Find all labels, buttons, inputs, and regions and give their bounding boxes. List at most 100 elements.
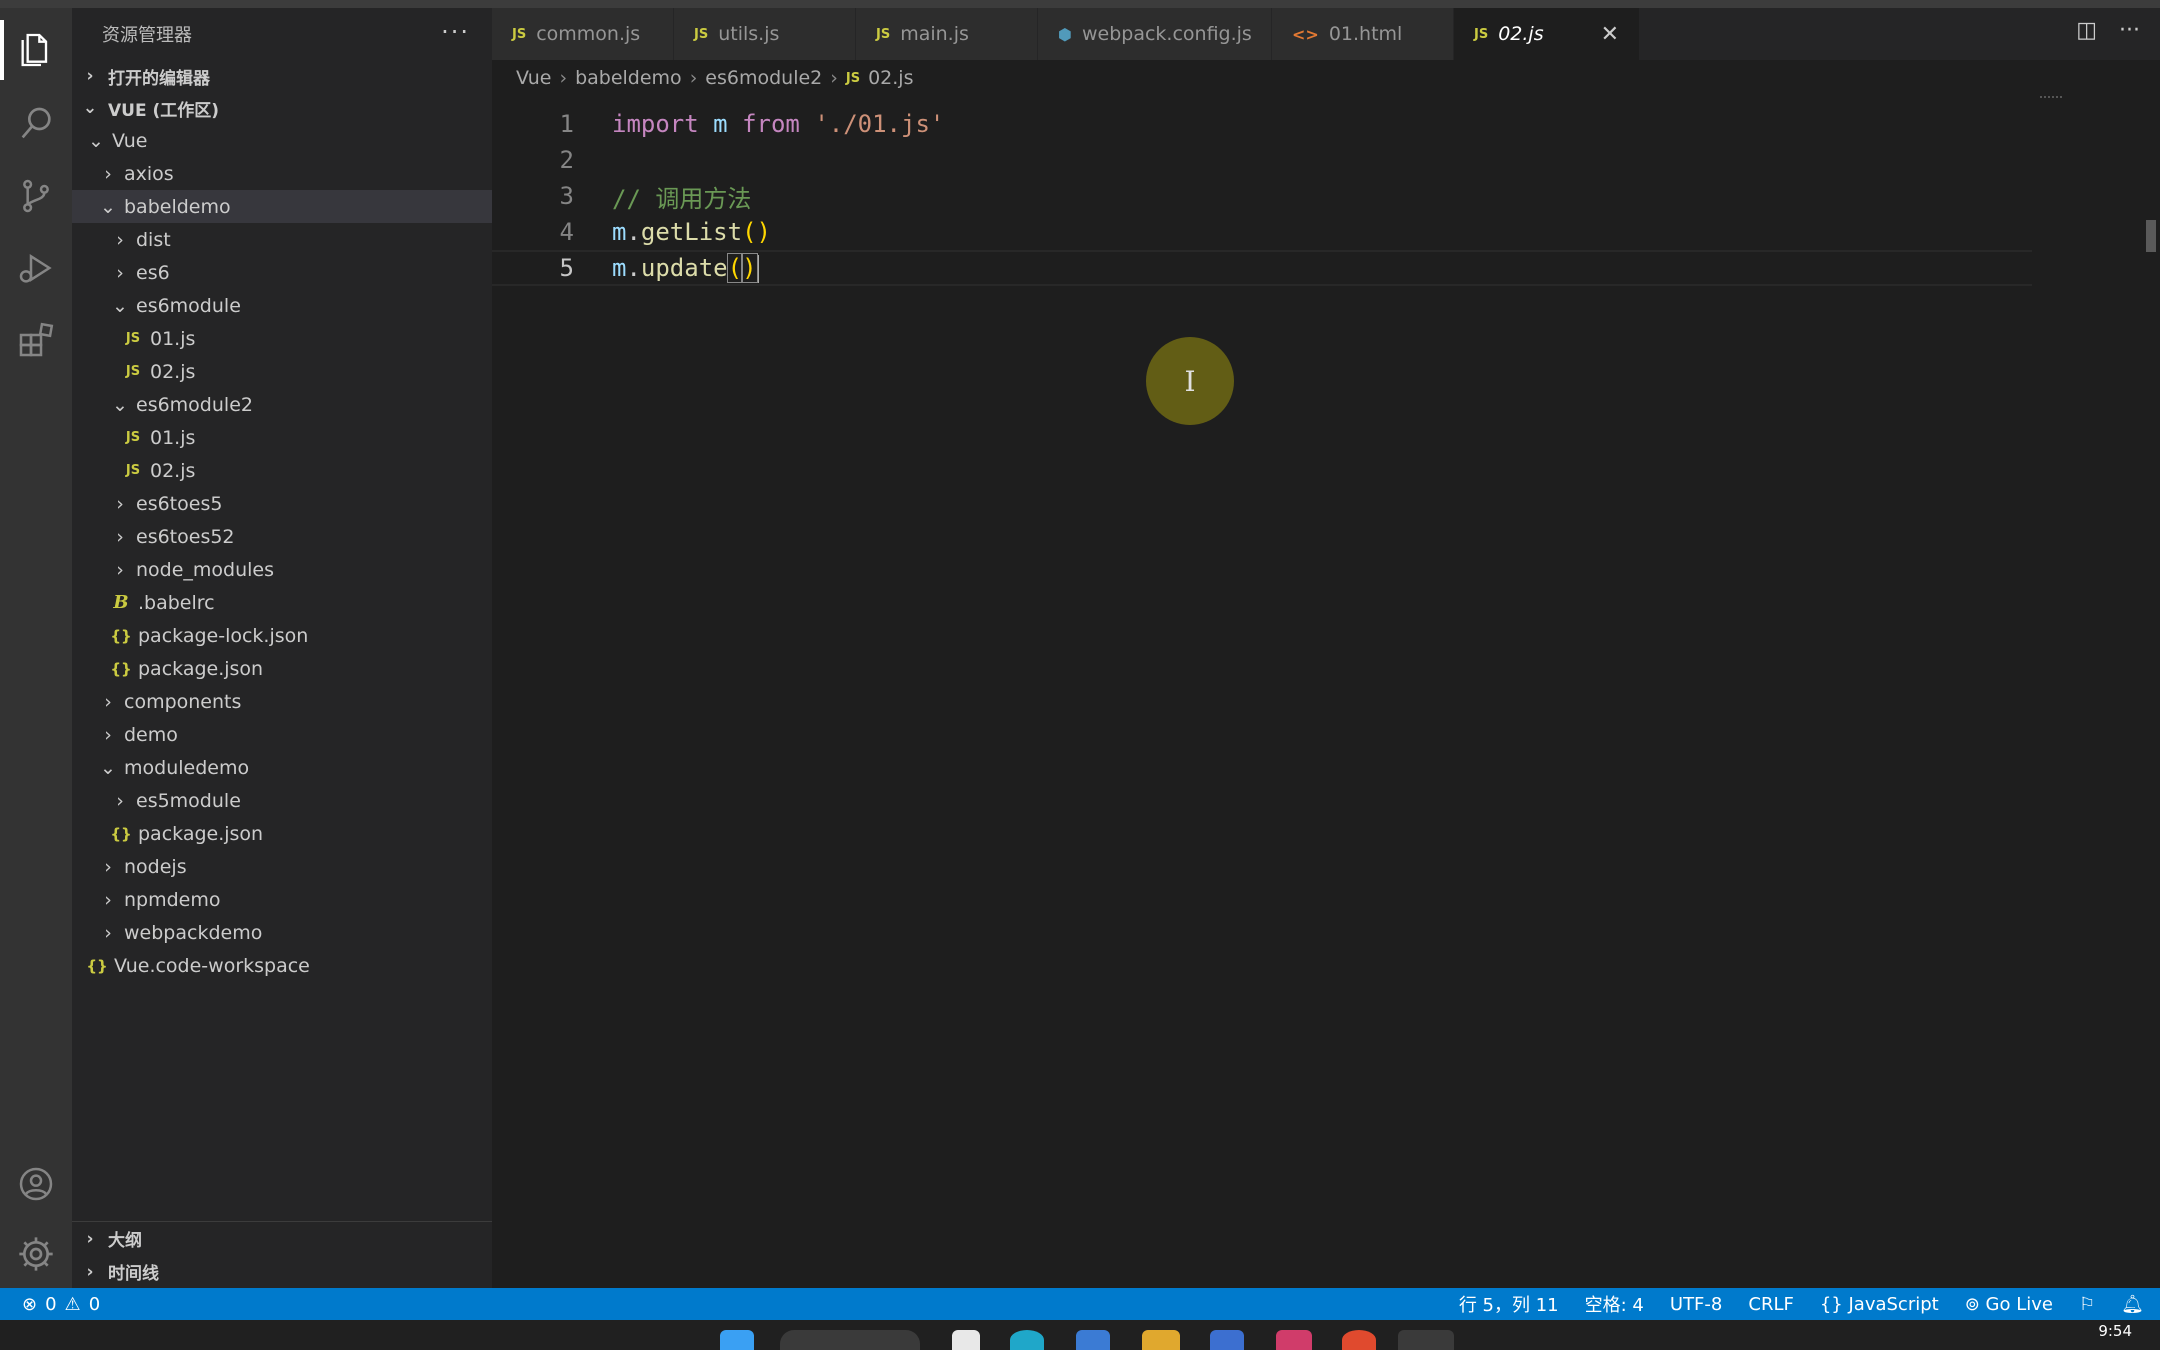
tree-folder[interactable]: › demo bbox=[72, 718, 492, 751]
cursor-position[interactable]: 行 5，列 11 bbox=[1459, 1291, 1559, 1317]
tree-item-label: package.json bbox=[138, 657, 264, 680]
tree-file[interactable]: {} package.json bbox=[72, 652, 492, 685]
tree-folder[interactable]: ⌄ Vue bbox=[72, 124, 492, 157]
problems-indicator[interactable]: ⊗ 0 ⚠ 0 bbox=[22, 1294, 100, 1315]
extensions-icon[interactable] bbox=[0, 304, 72, 376]
tree-folder[interactable]: › dist bbox=[72, 223, 492, 256]
status-right: 行 5，列 11 空格: 4 UTF-8 CRLF {} JavaScript … bbox=[1459, 1291, 2144, 1317]
tree-folder[interactable]: ⌄ moduledemo bbox=[72, 751, 492, 784]
more-actions-icon[interactable]: ··· bbox=[2119, 18, 2140, 43]
code-token: () bbox=[742, 218, 771, 246]
close-icon[interactable]: ✕ bbox=[1601, 22, 1619, 47]
error-count: 0 bbox=[45, 1293, 57, 1315]
breadcrumb: Vue › babeldemo › es6module2 › JS 02.js bbox=[492, 60, 2160, 96]
account-icon[interactable] bbox=[0, 1148, 72, 1220]
tab-common-js[interactable]: JS common.js bbox=[492, 8, 674, 60]
chevron-right-icon: › bbox=[559, 67, 568, 89]
code-token: m bbox=[713, 110, 728, 138]
settings-gear-icon[interactable] bbox=[0, 1218, 72, 1290]
split-editor-icon[interactable]: ◫ bbox=[2076, 18, 2097, 43]
source-control-icon[interactable] bbox=[0, 160, 72, 232]
tree-folder[interactable]: ⌄ es6module bbox=[72, 289, 492, 322]
language-mode[interactable]: {} JavaScript bbox=[1820, 1294, 1939, 1315]
taskbar-app-icon[interactable] bbox=[1342, 1330, 1376, 1350]
tab-01-html[interactable]: <> 01.html bbox=[1272, 8, 1454, 60]
tree-item-label: webpackdemo bbox=[124, 921, 263, 944]
tree-folder[interactable]: › axios bbox=[72, 157, 492, 190]
tree-folder[interactable]: ⌄ babeldemo bbox=[72, 190, 492, 223]
code-token: m bbox=[612, 218, 627, 246]
tree-item-label: package.json bbox=[138, 822, 264, 845]
tab-utils-js[interactable]: JS utils.js bbox=[674, 8, 856, 60]
explorer-icon[interactable] bbox=[0, 14, 72, 86]
tree-file[interactable]: {} Vue.code-workspace bbox=[72, 949, 492, 982]
taskbar-app-icon[interactable] bbox=[1076, 1330, 1110, 1350]
breadcrumb-item[interactable]: 02.js bbox=[868, 67, 913, 89]
encoding[interactable]: UTF-8 bbox=[1670, 1294, 1722, 1315]
tree-item-label: es6toes5 bbox=[136, 492, 223, 515]
folder-icon[interactable] bbox=[1142, 1330, 1180, 1350]
run-debug-icon[interactable] bbox=[0, 232, 72, 304]
tree-file[interactable]: JS 01.js bbox=[72, 421, 492, 454]
tree-folder[interactable]: › nodejs bbox=[72, 850, 492, 883]
taskbar-search[interactable] bbox=[780, 1330, 920, 1350]
line-number: 1 bbox=[559, 110, 574, 138]
tree-folder[interactable]: › node_modules bbox=[72, 553, 492, 586]
breadcrumb-item[interactable]: es6module2 bbox=[705, 67, 822, 89]
code-token: ) bbox=[741, 252, 758, 283]
tab-label: main.js bbox=[900, 23, 969, 45]
breadcrumb-item[interactable]: babeldemo bbox=[575, 67, 682, 89]
tree-folder[interactable]: › npmdemo bbox=[72, 883, 492, 916]
breadcrumb-item[interactable]: Vue bbox=[516, 67, 551, 89]
indentation[interactable]: 空格: 4 bbox=[1585, 1291, 1644, 1317]
code-token: . bbox=[626, 253, 641, 282]
vscode-taskbar-icon[interactable] bbox=[1398, 1330, 1454, 1350]
tree-folder[interactable]: ⌄ es6module2 bbox=[72, 388, 492, 421]
tree-folder[interactable]: › webpackdemo bbox=[72, 916, 492, 949]
start-icon[interactable] bbox=[720, 1330, 754, 1350]
tab-main-js[interactable]: JS main.js bbox=[856, 8, 1038, 60]
tree-file[interactable]: {} package-lock.json bbox=[72, 619, 492, 652]
tree-item-label: 02.js bbox=[150, 360, 196, 383]
tree-file[interactable]: B .babelrc bbox=[72, 586, 492, 619]
tree-folder[interactable]: › es6toes5 bbox=[72, 487, 492, 520]
tree-folder[interactable]: › es6 bbox=[72, 256, 492, 289]
line-ending[interactable]: CRLF bbox=[1748, 1294, 1793, 1315]
notifications-bell-icon[interactable]: 🔔︎ bbox=[2121, 1294, 2144, 1315]
tree-folder[interactable]: › components bbox=[72, 685, 492, 718]
taskbar-app-icon[interactable] bbox=[1276, 1330, 1312, 1350]
sidebar-title: 资源管理器 bbox=[102, 25, 192, 46]
chevron-right-icon: › bbox=[116, 492, 124, 515]
tab-webpack-config-js[interactable]: ⬢ webpack.config.js bbox=[1038, 8, 1272, 60]
outline-section[interactable]: › 大纲 bbox=[72, 1222, 492, 1255]
code-token: ( bbox=[726, 252, 744, 283]
sidebar-header: 资源管理器 ··· bbox=[72, 8, 492, 60]
timeline-section[interactable]: › 时间线 bbox=[72, 1255, 492, 1288]
tree-file[interactable]: {} package.json bbox=[72, 817, 492, 850]
workspace-section[interactable]: ⌄ VUE (工作区) bbox=[72, 92, 492, 124]
chevron-down-icon: ⌄ bbox=[100, 195, 116, 218]
tab-label: 02.js bbox=[1498, 23, 1544, 45]
tree-file[interactable]: JS 02.js bbox=[72, 355, 492, 388]
js-file-icon: JS bbox=[876, 26, 891, 42]
tree-folder[interactable]: › es6toes52 bbox=[72, 520, 492, 553]
open-editors-section[interactable]: › 打开的编辑器 bbox=[72, 60, 492, 92]
code-editor[interactable]: 1 import m from './01.js' 2 3// 调用方法 4 m.getL… bbox=[492, 96, 2160, 1288]
tree-file[interactable]: JS 01.js bbox=[72, 322, 492, 355]
taskbar-app-icon[interactable] bbox=[1010, 1330, 1044, 1350]
code-token: m bbox=[612, 253, 627, 282]
tree-folder[interactable]: › es5module bbox=[72, 784, 492, 817]
js-file-icon: JS bbox=[1474, 26, 1489, 42]
feedback-icon[interactable]: ⚐ bbox=[2079, 1294, 2095, 1315]
more-actions-icon[interactable]: ··· bbox=[441, 18, 470, 46]
chevron-right-icon: › bbox=[689, 67, 698, 89]
tree-file[interactable]: JS 02.js bbox=[72, 454, 492, 487]
taskbar-app-icon[interactable] bbox=[952, 1330, 980, 1350]
go-live-button[interactable]: ⊚ Go Live bbox=[1965, 1294, 2053, 1315]
tab-02-js[interactable]: JS 02.js ✕ bbox=[1454, 8, 1640, 60]
taskbar-app-icon[interactable] bbox=[1210, 1330, 1244, 1350]
chevron-right-icon: › bbox=[116, 525, 124, 548]
search-icon[interactable] bbox=[0, 88, 72, 160]
scrollbar[interactable] bbox=[2146, 220, 2156, 252]
